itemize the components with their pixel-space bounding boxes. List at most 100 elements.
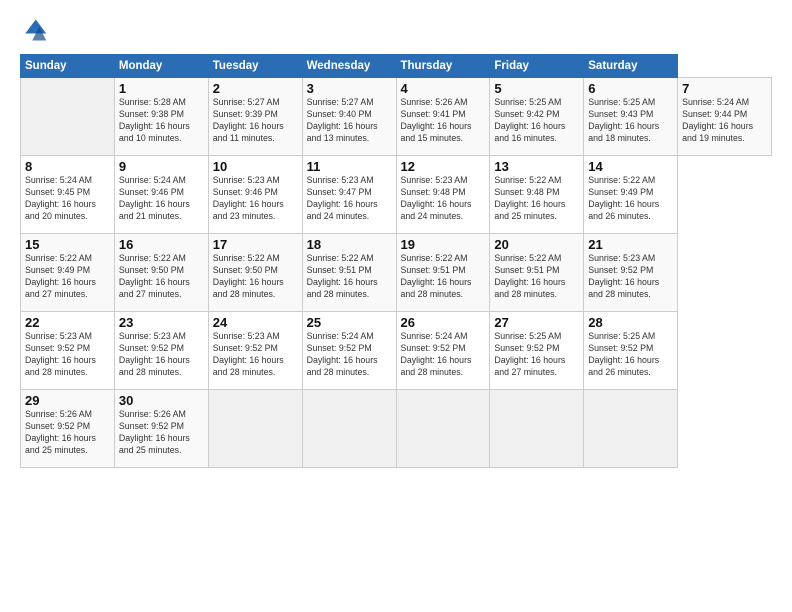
day-cell-27: 27Sunrise: 5:25 AMSunset: 9:52 PMDayligh… (490, 312, 584, 390)
day-cell-19: 19Sunrise: 5:22 AMSunset: 9:51 PMDayligh… (396, 234, 490, 312)
cell-info: Sunrise: 5:24 AMSunset: 9:52 PMDaylight:… (401, 331, 486, 379)
day-cell-20: 20Sunrise: 5:22 AMSunset: 9:51 PMDayligh… (490, 234, 584, 312)
day-number: 19 (401, 237, 486, 252)
col-header-wednesday: Wednesday (302, 55, 396, 78)
day-cell-23: 23Sunrise: 5:23 AMSunset: 9:52 PMDayligh… (114, 312, 208, 390)
cell-info: Sunrise: 5:22 AMSunset: 9:50 PMDaylight:… (213, 253, 298, 301)
cell-info: Sunrise: 5:26 AMSunset: 9:52 PMDaylight:… (119, 409, 204, 457)
cell-info: Sunrise: 5:23 AMSunset: 9:48 PMDaylight:… (401, 175, 486, 223)
calendar-table: SundayMondayTuesdayWednesdayThursdayFrid… (20, 54, 772, 468)
day-cell-26: 26Sunrise: 5:24 AMSunset: 9:52 PMDayligh… (396, 312, 490, 390)
cell-info: Sunrise: 5:22 AMSunset: 9:48 PMDaylight:… (494, 175, 579, 223)
day-number: 18 (307, 237, 392, 252)
day-number: 4 (401, 81, 486, 96)
cell-info: Sunrise: 5:22 AMSunset: 9:49 PMDaylight:… (25, 253, 110, 301)
day-cell-21: 21Sunrise: 5:23 AMSunset: 9:52 PMDayligh… (584, 234, 678, 312)
day-number: 25 (307, 315, 392, 330)
cell-info: Sunrise: 5:23 AMSunset: 9:52 PMDaylight:… (25, 331, 110, 379)
day-cell-1: 1Sunrise: 5:28 AMSunset: 9:38 PMDaylight… (114, 78, 208, 156)
cell-info: Sunrise: 5:26 AMSunset: 9:41 PMDaylight:… (401, 97, 486, 145)
cell-info: Sunrise: 5:23 AMSunset: 9:52 PMDaylight:… (213, 331, 298, 379)
day-cell-16: 16Sunrise: 5:22 AMSunset: 9:50 PMDayligh… (114, 234, 208, 312)
col-header-sunday: Sunday (21, 55, 115, 78)
day-number: 8 (25, 159, 110, 174)
day-number: 14 (588, 159, 673, 174)
header-row: SundayMondayTuesdayWednesdayThursdayFrid… (21, 55, 772, 78)
day-cell-11: 11Sunrise: 5:23 AMSunset: 9:47 PMDayligh… (302, 156, 396, 234)
day-number: 29 (25, 393, 110, 408)
day-number: 10 (213, 159, 298, 174)
day-cell-7: 7Sunrise: 5:24 AMSunset: 9:44 PMDaylight… (678, 78, 772, 156)
day-cell-10: 10Sunrise: 5:23 AMSunset: 9:46 PMDayligh… (208, 156, 302, 234)
day-number: 26 (401, 315, 486, 330)
day-number: 24 (213, 315, 298, 330)
day-cell-24: 24Sunrise: 5:23 AMSunset: 9:52 PMDayligh… (208, 312, 302, 390)
cell-info: Sunrise: 5:27 AMSunset: 9:40 PMDaylight:… (307, 97, 392, 145)
day-cell-22: 22Sunrise: 5:23 AMSunset: 9:52 PMDayligh… (21, 312, 115, 390)
day-cell-28: 28Sunrise: 5:25 AMSunset: 9:52 PMDayligh… (584, 312, 678, 390)
day-cell-14: 14Sunrise: 5:22 AMSunset: 9:49 PMDayligh… (584, 156, 678, 234)
cell-info: Sunrise: 5:26 AMSunset: 9:52 PMDaylight:… (25, 409, 110, 457)
day-cell-13: 13Sunrise: 5:22 AMSunset: 9:48 PMDayligh… (490, 156, 584, 234)
cell-info: Sunrise: 5:23 AMSunset: 9:52 PMDaylight:… (588, 253, 673, 301)
day-cell-30: 30Sunrise: 5:26 AMSunset: 9:52 PMDayligh… (114, 390, 208, 468)
day-number: 6 (588, 81, 673, 96)
cell-info: Sunrise: 5:23 AMSunset: 9:46 PMDaylight:… (213, 175, 298, 223)
week-row-3: 15Sunrise: 5:22 AMSunset: 9:49 PMDayligh… (21, 234, 772, 312)
cell-info: Sunrise: 5:23 AMSunset: 9:47 PMDaylight:… (307, 175, 392, 223)
cell-info: Sunrise: 5:22 AMSunset: 9:51 PMDaylight:… (307, 253, 392, 301)
col-header-tuesday: Tuesday (208, 55, 302, 78)
day-cell-18: 18Sunrise: 5:22 AMSunset: 9:51 PMDayligh… (302, 234, 396, 312)
empty-cell (584, 390, 678, 468)
cell-info: Sunrise: 5:22 AMSunset: 9:51 PMDaylight:… (401, 253, 486, 301)
day-number: 17 (213, 237, 298, 252)
cell-info: Sunrise: 5:22 AMSunset: 9:49 PMDaylight:… (588, 175, 673, 223)
day-cell-2: 2Sunrise: 5:27 AMSunset: 9:39 PMDaylight… (208, 78, 302, 156)
empty-cell (490, 390, 584, 468)
logo (20, 16, 52, 44)
day-number: 15 (25, 237, 110, 252)
empty-cell (302, 390, 396, 468)
cell-info: Sunrise: 5:25 AMSunset: 9:43 PMDaylight:… (588, 97, 673, 145)
day-number: 12 (401, 159, 486, 174)
col-header-friday: Friday (490, 55, 584, 78)
day-number: 27 (494, 315, 579, 330)
day-number: 5 (494, 81, 579, 96)
day-cell-8: 8Sunrise: 5:24 AMSunset: 9:45 PMDaylight… (21, 156, 115, 234)
cell-info: Sunrise: 5:27 AMSunset: 9:39 PMDaylight:… (213, 97, 298, 145)
day-cell-29: 29Sunrise: 5:26 AMSunset: 9:52 PMDayligh… (21, 390, 115, 468)
day-cell-12: 12Sunrise: 5:23 AMSunset: 9:48 PMDayligh… (396, 156, 490, 234)
day-cell-17: 17Sunrise: 5:22 AMSunset: 9:50 PMDayligh… (208, 234, 302, 312)
cell-info: Sunrise: 5:25 AMSunset: 9:52 PMDaylight:… (588, 331, 673, 379)
day-number: 30 (119, 393, 204, 408)
cell-info: Sunrise: 5:24 AMSunset: 9:52 PMDaylight:… (307, 331, 392, 379)
week-row-5: 29Sunrise: 5:26 AMSunset: 9:52 PMDayligh… (21, 390, 772, 468)
col-header-saturday: Saturday (584, 55, 678, 78)
day-number: 16 (119, 237, 204, 252)
header (20, 16, 772, 44)
day-cell-6: 6Sunrise: 5:25 AMSunset: 9:43 PMDaylight… (584, 78, 678, 156)
week-row-1: 1Sunrise: 5:28 AMSunset: 9:38 PMDaylight… (21, 78, 772, 156)
day-cell-15: 15Sunrise: 5:22 AMSunset: 9:49 PMDayligh… (21, 234, 115, 312)
week-row-2: 8Sunrise: 5:24 AMSunset: 9:45 PMDaylight… (21, 156, 772, 234)
day-number: 9 (119, 159, 204, 174)
day-cell-3: 3Sunrise: 5:27 AMSunset: 9:40 PMDaylight… (302, 78, 396, 156)
col-header-thursday: Thursday (396, 55, 490, 78)
cell-info: Sunrise: 5:22 AMSunset: 9:51 PMDaylight:… (494, 253, 579, 301)
cell-info: Sunrise: 5:22 AMSunset: 9:50 PMDaylight:… (119, 253, 204, 301)
day-number: 21 (588, 237, 673, 252)
day-number: 20 (494, 237, 579, 252)
calendar-page: SundayMondayTuesdayWednesdayThursdayFrid… (0, 0, 792, 612)
day-number: 23 (119, 315, 204, 330)
day-cell-9: 9Sunrise: 5:24 AMSunset: 9:46 PMDaylight… (114, 156, 208, 234)
day-number: 11 (307, 159, 392, 174)
day-number: 22 (25, 315, 110, 330)
empty-cell (396, 390, 490, 468)
cell-info: Sunrise: 5:24 AMSunset: 9:44 PMDaylight:… (682, 97, 767, 145)
col-header-monday: Monday (114, 55, 208, 78)
day-cell-4: 4Sunrise: 5:26 AMSunset: 9:41 PMDaylight… (396, 78, 490, 156)
cell-info: Sunrise: 5:24 AMSunset: 9:46 PMDaylight:… (119, 175, 204, 223)
cell-info: Sunrise: 5:23 AMSunset: 9:52 PMDaylight:… (119, 331, 204, 379)
cell-info: Sunrise: 5:25 AMSunset: 9:42 PMDaylight:… (494, 97, 579, 145)
cell-info: Sunrise: 5:24 AMSunset: 9:45 PMDaylight:… (25, 175, 110, 223)
